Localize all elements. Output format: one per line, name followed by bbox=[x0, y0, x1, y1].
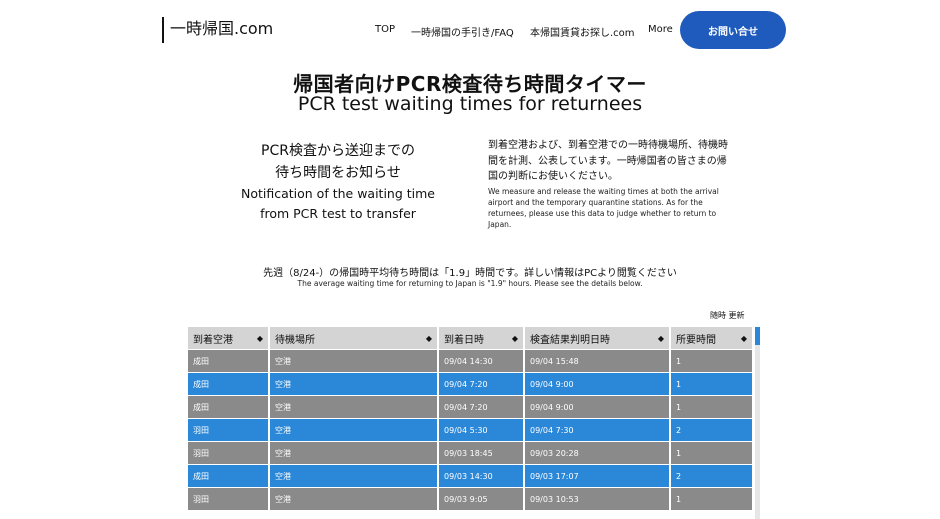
cell-duration: 1 bbox=[671, 488, 754, 510]
contact-button[interactable]: お問い合せ bbox=[680, 11, 786, 49]
cell-airport: 成田 bbox=[188, 465, 270, 487]
cell-result-time: 09/03 20:28 bbox=[525, 442, 671, 464]
hero-left-jp-2: 待ち時間をお知らせ bbox=[275, 165, 401, 181]
column-header-label: 到着空港 bbox=[193, 334, 233, 346]
nav-more[interactable]: More bbox=[648, 24, 673, 35]
hero-right-jp: 到着空港および、到着空港での一時待機場所、待機時間を計測、公表しています。一時帰… bbox=[488, 140, 728, 182]
cell-duration: 2 bbox=[671, 419, 754, 441]
waiting-times-table: 到着空港 ◆ 待機場所 ◆ 到着日時 ◆ 検査結果判明日時 ◆ 所要時間 ◆ 成田 空港 09… bbox=[188, 327, 754, 510]
cell-arrival-time: 09/04 7:20 bbox=[439, 373, 525, 395]
cell-waiting-place: 空港 bbox=[270, 419, 439, 441]
column-header-label: 所要時間 bbox=[676, 334, 716, 346]
site-logo[interactable]: 一時帰国.com bbox=[162, 17, 273, 43]
cell-result-time: 09/04 15:48 bbox=[525, 350, 671, 372]
sort-icon[interactable]: ◆ bbox=[658, 334, 664, 343]
cell-waiting-place: 空港 bbox=[270, 488, 439, 510]
cell-waiting-place: 空港 bbox=[270, 465, 439, 487]
table-row[interactable]: 羽田 空港 09/03 9:05 09/03 10:53 1 bbox=[188, 488, 754, 510]
table-row[interactable]: 羽田 空港 09/03 18:45 09/03 20:28 1 bbox=[188, 442, 754, 464]
table-row[interactable]: 成田 空港 09/04 7:20 09/04 9:00 1 bbox=[188, 396, 754, 418]
table-scrollbar[interactable] bbox=[755, 327, 760, 519]
column-header-airport[interactable]: 到着空港 ◆ bbox=[188, 327, 270, 349]
cell-waiting-place: 空港 bbox=[270, 396, 439, 418]
cell-airport: 成田 bbox=[188, 396, 270, 418]
sort-icon[interactable]: ◆ bbox=[512, 334, 518, 343]
column-header-label: 到着日時 bbox=[444, 334, 484, 346]
nav-rental-search[interactable]: 本帰国賃貸お探し.com bbox=[530, 24, 635, 39]
nav-top[interactable]: TOP bbox=[375, 24, 395, 35]
sort-icon[interactable]: ◆ bbox=[741, 334, 747, 343]
hero-left-en-1: Notification of the waiting time bbox=[240, 186, 435, 201]
average-notice-en: The average waiting time for returning t… bbox=[297, 279, 643, 288]
cell-result-time: 09/04 9:00 bbox=[525, 373, 671, 395]
sort-icon[interactable]: ◆ bbox=[257, 334, 263, 343]
cell-duration: 1 bbox=[671, 373, 754, 395]
table-row[interactable]: 成田 空港 09/03 14:30 09/03 17:07 2 bbox=[188, 465, 754, 487]
cell-result-time: 09/03 10:53 bbox=[525, 488, 671, 510]
cell-airport: 成田 bbox=[188, 350, 270, 372]
cell-arrival-time: 09/04 5:30 bbox=[439, 419, 525, 441]
hero-right-block: 到着空港および、到着空港での一時待機場所、待機時間を計測、公表しています。一時帰… bbox=[488, 138, 734, 230]
cell-airport: 羽田 bbox=[188, 442, 270, 464]
table-row[interactable]: 羽田 空港 09/04 5:30 09/04 7:30 2 bbox=[188, 419, 754, 441]
column-header-duration[interactable]: 所要時間 ◆ bbox=[671, 327, 754, 349]
column-header-label: 検査結果判明日時 bbox=[530, 334, 610, 346]
cell-waiting-place: 空港 bbox=[270, 373, 439, 395]
cell-result-time: 09/04 7:30 bbox=[525, 419, 671, 441]
column-header-arrival-time[interactable]: 到着日時 ◆ bbox=[439, 327, 525, 349]
cell-arrival-time: 09/03 9:05 bbox=[439, 488, 525, 510]
column-header-waiting-place[interactable]: 待機場所 ◆ bbox=[270, 327, 439, 349]
nav-guide-faq[interactable]: 一時帰国の手引き/FAQ bbox=[411, 24, 514, 39]
average-notice-jp: 先週（8/24-）の帰国時平均待ち時間は「1.9」時間です。詳しい情報はPCより… bbox=[263, 268, 677, 279]
cell-waiting-place: 空港 bbox=[270, 350, 439, 372]
hero-right-en: We measure and release the waiting times… bbox=[488, 186, 719, 229]
page-title-en: PCR test waiting times for returnees bbox=[297, 93, 643, 115]
hero-left-en-2: from PCR test to transfer bbox=[260, 206, 416, 221]
cell-arrival-time: 09/03 14:30 bbox=[439, 465, 525, 487]
cell-airport: 羽田 bbox=[188, 419, 270, 441]
cell-duration: 1 bbox=[671, 396, 754, 418]
cell-result-time: 09/04 9:00 bbox=[525, 396, 671, 418]
cell-result-time: 09/03 17:07 bbox=[525, 465, 671, 487]
sort-icon[interactable]: ◆ bbox=[426, 334, 432, 343]
cell-arrival-time: 09/03 18:45 bbox=[439, 442, 525, 464]
hero-left-block: PCR検査から送迎までの 待ち時間をお知らせ Notification of t… bbox=[228, 140, 448, 224]
table-row[interactable]: 成田 空港 09/04 7:20 09/04 9:00 1 bbox=[188, 373, 754, 395]
cell-duration: 2 bbox=[671, 465, 754, 487]
cell-airport: 羽田 bbox=[188, 488, 270, 510]
cell-duration: 1 bbox=[671, 350, 754, 372]
cell-duration: 1 bbox=[671, 442, 754, 464]
cell-waiting-place: 空港 bbox=[270, 442, 439, 464]
table-row[interactable]: 成田 空港 09/04 14:30 09/04 15:48 1 bbox=[188, 350, 754, 372]
cell-airport: 成田 bbox=[188, 373, 270, 395]
hero-left-jp-1: PCR検査から送迎までの bbox=[261, 143, 415, 159]
updated-label: 随時 更新 bbox=[710, 311, 745, 320]
scrollbar-thumb[interactable] bbox=[755, 327, 760, 345]
cell-arrival-time: 09/04 14:30 bbox=[439, 350, 525, 372]
table-header: 到着空港 ◆ 待機場所 ◆ 到着日時 ◆ 検査結果判明日時 ◆ 所要時間 ◆ bbox=[188, 327, 754, 349]
cell-arrival-time: 09/04 7:20 bbox=[439, 396, 525, 418]
column-header-label: 待機場所 bbox=[275, 334, 315, 346]
table-body: 成田 空港 09/04 14:30 09/04 15:48 1 成田 空港 09/04 7:2… bbox=[188, 350, 754, 510]
column-header-result-time[interactable]: 検査結果判明日時 ◆ bbox=[525, 327, 671, 349]
